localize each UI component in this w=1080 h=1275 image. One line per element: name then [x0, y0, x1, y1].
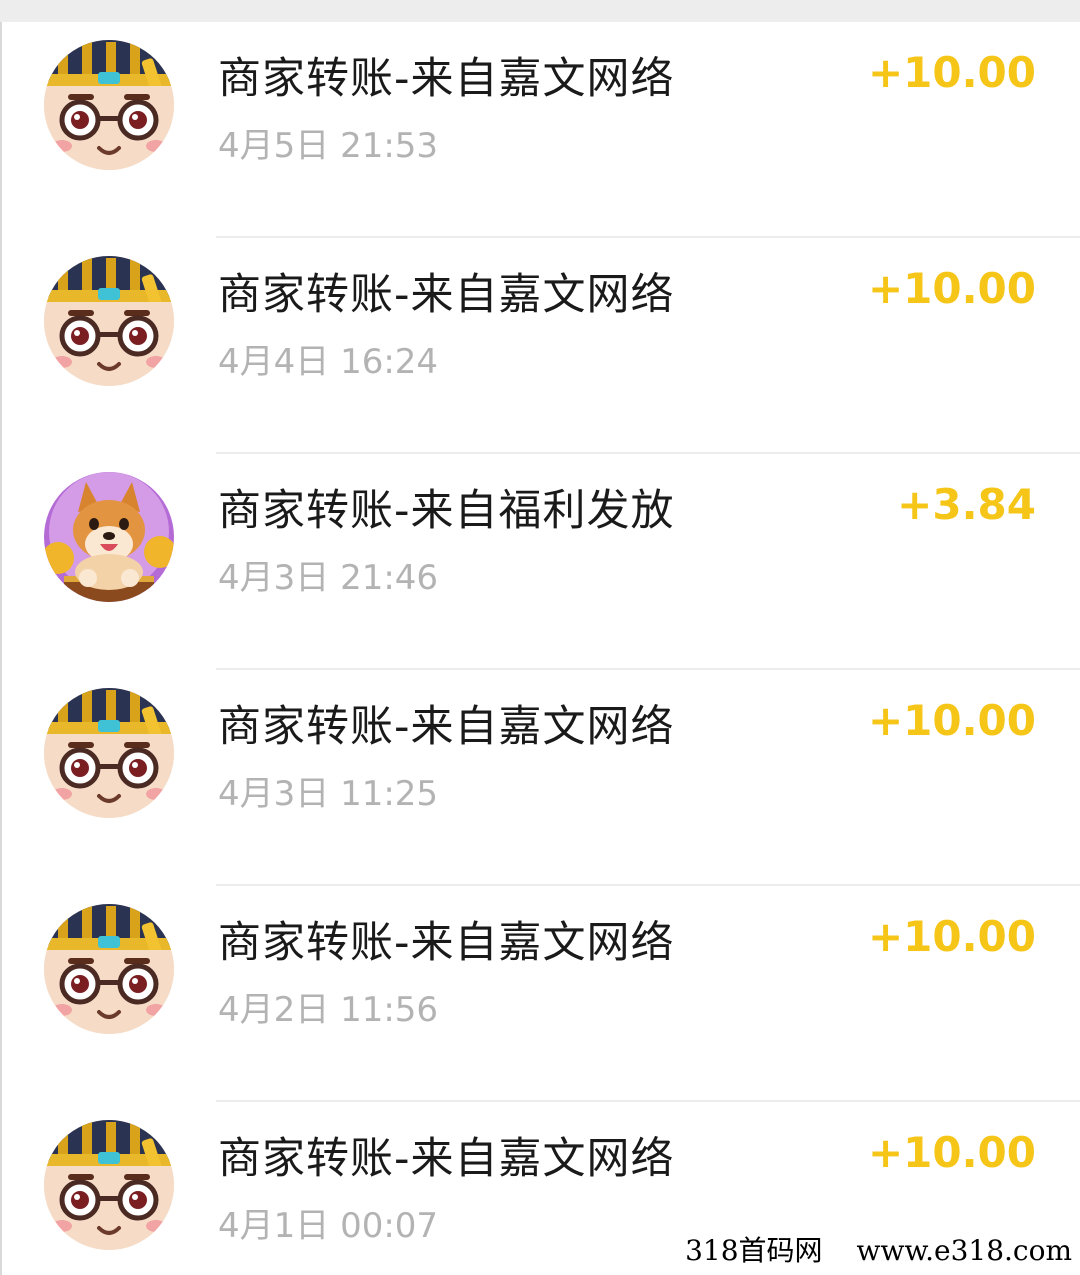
transaction-amount: +10.00 — [867, 1128, 1036, 1177]
transaction-amount: +10.00 — [867, 696, 1036, 745]
nerd-avatar-icon — [44, 256, 174, 386]
transaction-amount: +10.00 — [867, 264, 1036, 313]
transaction-row[interactable]: 商家转账-来自嘉文网络 4月4日 16:24 +10.00 — [0, 238, 1080, 454]
watermark-url: www.e318.com — [856, 1234, 1072, 1267]
transaction-title: 商家转账-来自嘉文网络 — [218, 54, 675, 104]
transaction-row[interactable]: 商家转账-来自嘉文网络 4月3日 11:25 +10.00 — [0, 670, 1080, 886]
transaction-title: 商家转账-来自嘉文网络 — [218, 1134, 675, 1184]
transaction-row[interactable]: 商家转账-来自嘉文网络 4月5日 21:53 +10.00 — [0, 22, 1080, 238]
transaction-title: 商家转账-来自福利发放 — [218, 486, 675, 536]
transaction-time: 4月5日 21:53 — [218, 126, 439, 166]
transaction-time: 4月1日 00:07 — [218, 1206, 439, 1246]
top-bar — [0, 0, 1080, 22]
dog-avatar-icon — [44, 472, 174, 602]
nerd-avatar-icon — [44, 904, 174, 1034]
transaction-time: 4月3日 21:46 — [218, 558, 439, 598]
transaction-time: 4月4日 16:24 — [218, 342, 439, 382]
watermark-site-name: 318首码网 — [685, 1234, 823, 1267]
nerd-avatar-icon — [44, 688, 174, 818]
transaction-list[interactable]: 商家转账-来自嘉文网络 4月5日 21:53 +10.00 商家转账-来自嘉文网… — [0, 22, 1080, 1275]
transaction-row[interactable]: 商家转账-来自福利发放 4月3日 21:46 +3.84 — [0, 454, 1080, 670]
nerd-avatar-icon — [44, 40, 174, 170]
watermark: 318首码网 www.e318.com — [675, 1227, 1076, 1269]
transaction-row[interactable]: 商家转账-来自嘉文网络 4月2日 11:56 +10.00 — [0, 886, 1080, 1102]
transaction-title: 商家转账-来自嘉文网络 — [218, 702, 675, 752]
nerd-avatar-icon — [44, 1120, 174, 1250]
transaction-amount: +10.00 — [867, 48, 1036, 97]
transaction-title: 商家转账-来自嘉文网络 — [218, 918, 675, 968]
transaction-time: 4月2日 11:56 — [218, 990, 439, 1030]
transaction-title: 商家转账-来自嘉文网络 — [218, 270, 675, 320]
transaction-amount: +3.84 — [897, 480, 1036, 529]
transaction-amount: +10.00 — [867, 912, 1036, 961]
transaction-time: 4月3日 11:25 — [218, 774, 439, 814]
